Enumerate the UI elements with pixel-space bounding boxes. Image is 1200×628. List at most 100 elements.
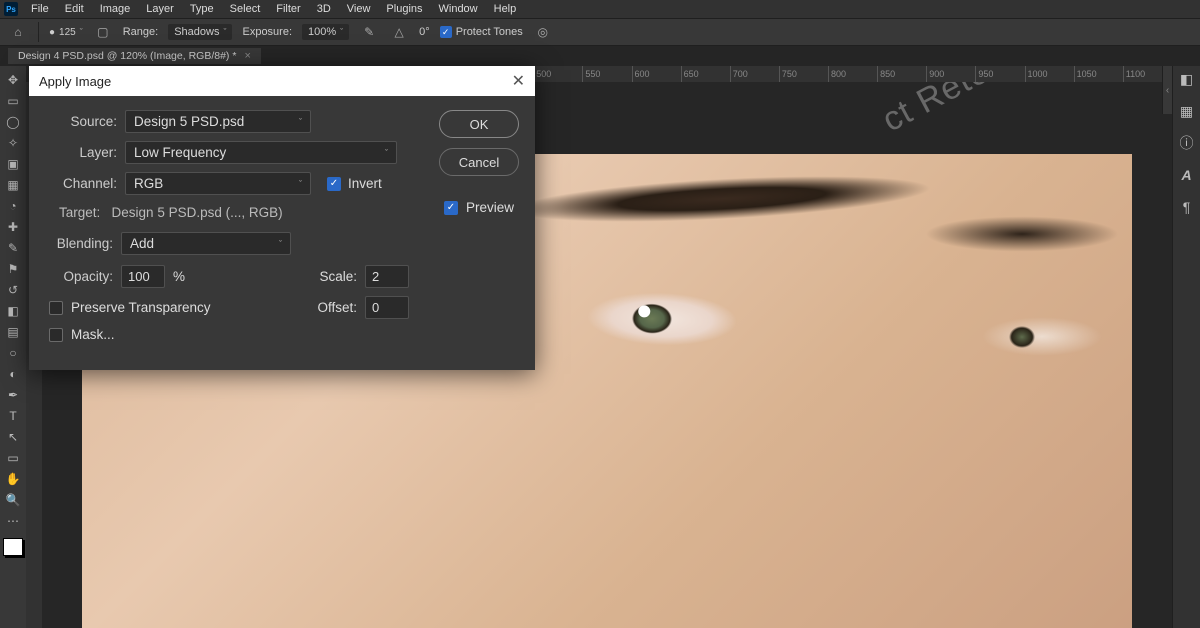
right-panel-strip: ◧ ▦ ⓘ A ¶ [1172, 66, 1200, 628]
menu-window[interactable]: Window [432, 1, 485, 17]
options-bar: ⌂ ● 125 ˇ ▢ Range: Shadows ˇ Exposure: 1… [0, 18, 1200, 46]
foreground-background-colors[interactable] [3, 538, 23, 556]
dialog-buttons: OK Cancel ✓ Preview [439, 110, 519, 215]
wand-tool[interactable]: ✧ [2, 133, 24, 153]
channel-dropdown[interactable]: RGB ˇ [125, 172, 311, 195]
swatches-panel-icon[interactable]: ▦ [1178, 102, 1196, 120]
source-dropdown[interactable]: Design 5 PSD.psd ˇ [125, 110, 311, 133]
layer-dropdown[interactable]: Low Frequency ˇ [125, 141, 397, 164]
menu-file[interactable]: File [24, 1, 56, 17]
brush-settings-icon[interactable]: ▢ [93, 22, 113, 42]
menu-help[interactable]: Help [487, 1, 524, 17]
invert-label: Invert [348, 176, 382, 191]
dialog-titlebar: Apply Image ✕ [29, 66, 535, 96]
stamp-tool[interactable]: ⚑ [2, 259, 24, 279]
preview-checkbox[interactable]: ✓ Preview [444, 200, 514, 215]
menu-type[interactable]: Type [183, 1, 221, 17]
eyedropper-tool[interactable]: ◔ [2, 196, 24, 216]
layer-label: Layer: [45, 145, 117, 160]
blending-value: Add [130, 236, 154, 251]
heal-tool[interactable]: ✚ [2, 217, 24, 237]
target-label: Target: [59, 205, 100, 220]
color-panel-icon[interactable]: ◧ [1178, 70, 1196, 88]
crop-tool[interactable]: ▣ [2, 154, 24, 174]
blending-label: Blending: [45, 236, 113, 251]
cancel-button[interactable]: Cancel [439, 148, 519, 176]
frame-tool[interactable]: ▦ [2, 175, 24, 195]
exposure-label: Exposure: [242, 26, 292, 38]
invert-checkbox[interactable]: ✓ Invert [327, 176, 382, 191]
brush-tool[interactable]: ✎ [2, 238, 24, 258]
menu-select[interactable]: Select [223, 1, 268, 17]
menu-layer[interactable]: Layer [139, 1, 181, 17]
checkbox-unchecked-icon [49, 328, 63, 342]
chevron-down-icon: ˇ [340, 27, 343, 37]
document-tab-row: Design 4 PSD.psd @ 120% (Image, RGB/8#) … [0, 46, 1200, 66]
image-content [962, 309, 1122, 364]
char-panel-icon[interactable]: A [1178, 166, 1196, 184]
protect-tones-checkbox[interactable]: ✓ Protect Tones [440, 26, 523, 38]
checkbox-checked-icon: ✓ [440, 26, 452, 38]
menu-image[interactable]: Image [93, 1, 138, 17]
opacity-label: Opacity: [45, 269, 113, 284]
chevron-down-icon: ˇ [299, 117, 302, 127]
hand-tool[interactable]: ✋ [2, 469, 24, 489]
ok-button[interactable]: OK [439, 110, 519, 138]
pressure-icon[interactable]: ◎ [533, 22, 553, 42]
info-panel-icon[interactable]: ⓘ [1178, 134, 1196, 152]
offset-input[interactable]: 0 [365, 296, 409, 319]
exposure-dropdown[interactable]: 100% ˇ [302, 24, 349, 40]
history-brush-tool[interactable]: ↺ [2, 280, 24, 300]
more-tools[interactable]: ⋯ [2, 511, 24, 531]
separator [38, 22, 39, 42]
menu-3d[interactable]: 3D [310, 1, 338, 17]
exposure-value: 100% [308, 26, 336, 38]
brush-size: 125 [59, 27, 76, 38]
home-icon[interactable]: ⌂ [8, 22, 28, 42]
menu-bar: Ps File Edit Image Layer Type Select Fil… [0, 0, 1200, 18]
airbrush-icon[interactable]: ✎ [359, 22, 379, 42]
document-tab[interactable]: Design 4 PSD.psd @ 120% (Image, RGB/8#) … [8, 48, 261, 64]
menu-filter[interactable]: Filter [269, 1, 307, 17]
range-value: Shadows [174, 26, 219, 38]
expand-panels-tab[interactable]: ‹ [1162, 66, 1172, 114]
type-tool[interactable]: T [2, 406, 24, 426]
menu-view[interactable]: View [340, 1, 378, 17]
range-dropdown[interactable]: Shadows ˇ [168, 24, 232, 40]
preserve-transparency-checkbox[interactable]: Preserve Transparency [49, 300, 211, 315]
pen-tool[interactable]: ✒ [2, 385, 24, 405]
preview-label: Preview [466, 200, 514, 215]
scale-input[interactable]: 2 [365, 265, 409, 288]
dialog-body: OK Cancel ✓ Preview Source: Design 5 PSD… [29, 96, 535, 370]
app-icon: Ps [4, 2, 18, 16]
dialog-title-text: Apply Image [39, 74, 111, 89]
close-icon[interactable]: ✕ [512, 71, 525, 91]
chevron-down-icon: ˇ [223, 27, 226, 37]
opacity-input[interactable]: 100 [121, 265, 165, 288]
menu-edit[interactable]: Edit [58, 1, 91, 17]
lasso-tool[interactable]: ◯ [2, 112, 24, 132]
brush-preset[interactable]: ● 125 ˇ [49, 27, 83, 38]
dodge-tool[interactable]: ◐ [2, 364, 24, 384]
chevron-down-icon: ˇ [299, 179, 302, 189]
channel-label: Channel: [45, 176, 117, 191]
marquee-tool[interactable]: ▭ [2, 91, 24, 111]
close-icon[interactable]: × [244, 50, 250, 62]
para-panel-icon[interactable]: ¶ [1178, 198, 1196, 216]
watermark-text: ct Retouching In [876, 82, 1125, 140]
mask-label: Mask... [71, 327, 115, 342]
blur-tool[interactable]: ○ [2, 343, 24, 363]
image-content [561, 281, 763, 358]
move-tool[interactable]: ✥ [2, 70, 24, 90]
scale-label: Scale: [319, 269, 357, 284]
mask-checkbox[interactable]: Mask... [49, 327, 115, 342]
zoom-tool[interactable]: 🔍 [2, 490, 24, 510]
angle-icon[interactable]: △ [389, 22, 409, 42]
menu-plugins[interactable]: Plugins [379, 1, 429, 17]
path-tool[interactable]: ↖ [2, 427, 24, 447]
blending-dropdown[interactable]: Add ˇ [121, 232, 291, 255]
shape-tool[interactable]: ▭ [2, 448, 24, 468]
eraser-tool[interactable]: ◧ [2, 301, 24, 321]
source-value: Design 5 PSD.psd [134, 114, 244, 129]
gradient-tool[interactable]: ▤ [2, 322, 24, 342]
